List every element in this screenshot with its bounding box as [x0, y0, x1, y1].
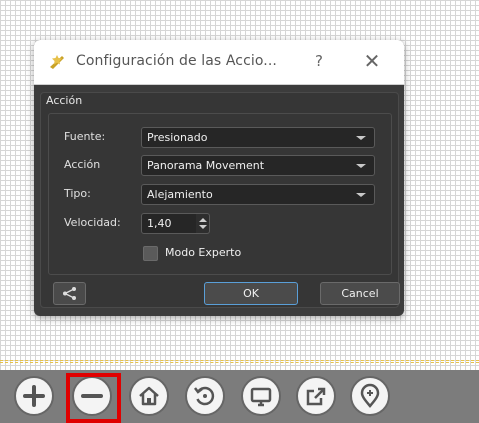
dialog-titlebar[interactable]: Configuración de las Accio... ? ✕: [34, 40, 404, 85]
velocidad-input[interactable]: 1,40: [141, 213, 197, 234]
share-button[interactable]: [53, 282, 86, 305]
fuente-value: Presionado: [147, 131, 208, 144]
monitor-icon: [250, 387, 272, 407]
location-button[interactable]: [350, 376, 390, 416]
velocidad-stepper[interactable]: [196, 213, 210, 234]
external-link-button[interactable]: [296, 376, 336, 416]
modo-experto-checkbox[interactable]: [143, 246, 158, 261]
stepper-up-icon[interactable]: [199, 218, 207, 222]
location-pin-icon: [360, 383, 380, 408]
highlight-box: [66, 373, 121, 423]
chevron-down-icon: [356, 193, 366, 197]
home-icon: [139, 386, 159, 406]
share-icon: [63, 287, 76, 300]
plus-icon: [23, 385, 45, 407]
chevron-down-icon: [356, 136, 366, 140]
chevron-down-icon: [356, 164, 366, 168]
ok-button[interactable]: OK: [204, 282, 298, 305]
fuente-select[interactable]: Presionado: [141, 127, 375, 148]
accion-label: Acción: [64, 158, 101, 171]
guide-line: [0, 362, 479, 363]
dialog-title: Configuración de las Accio...: [76, 53, 277, 69]
cancel-button[interactable]: Cancel: [320, 282, 400, 305]
rotate-icon: [194, 386, 215, 406]
rotate-button[interactable]: [185, 376, 225, 416]
screen-button[interactable]: [241, 376, 281, 416]
zoom-in-button[interactable]: [14, 376, 54, 416]
tipo-value: Alejamiento: [147, 188, 213, 201]
modo-experto-label: Modo Experto: [165, 246, 242, 259]
help-button[interactable]: ?: [310, 52, 328, 70]
accion-select[interactable]: Panorama Movement: [141, 155, 375, 176]
app-icon: [50, 55, 64, 69]
group-title: Acción: [46, 94, 83, 107]
tipo-label: Tipo:: [64, 187, 91, 200]
close-button[interactable]: ✕: [363, 49, 381, 73]
action-config-dialog: Configuración de las Accio... ? ✕ Acción…: [34, 40, 404, 316]
accion-value: Panorama Movement: [147, 159, 265, 172]
velocidad-value: 1,40: [147, 217, 172, 230]
velocidad-label: Velocidad:: [64, 216, 121, 229]
home-button[interactable]: [129, 376, 169, 416]
external-link-icon: [306, 387, 326, 406]
tipo-select[interactable]: Alejamiento: [141, 184, 375, 205]
guide-line: [0, 360, 479, 361]
fuente-label: Fuente:: [64, 130, 106, 143]
stepper-down-icon[interactable]: [199, 225, 207, 229]
